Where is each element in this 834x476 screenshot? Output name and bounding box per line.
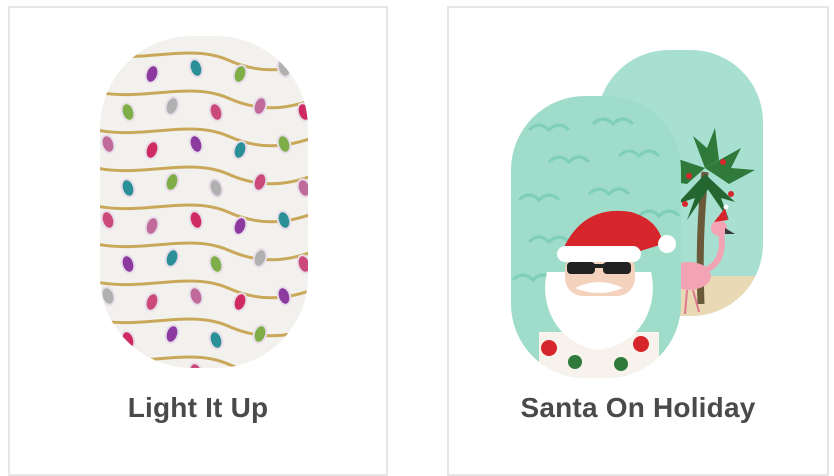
light-bulb-icon — [100, 58, 116, 78]
nail-wrap-image[interactable] — [98, 34, 310, 372]
product-card[interactable]: Santa On Holiday — [447, 6, 829, 476]
light-bulb-icon — [100, 362, 116, 368]
light-bulb-icon — [276, 362, 292, 368]
product-name[interactable]: Light It Up — [10, 392, 386, 424]
product-card[interactable]: Light It Up — [8, 6, 388, 476]
front-nail — [511, 96, 681, 378]
nail-wrap-image[interactable] — [509, 44, 779, 384]
light-bulb-icon — [144, 368, 161, 372]
light-bulb-icon — [296, 330, 308, 350]
product-name[interactable]: Santa On Holiday — [449, 392, 827, 424]
light-bulb-icon — [232, 368, 249, 372]
